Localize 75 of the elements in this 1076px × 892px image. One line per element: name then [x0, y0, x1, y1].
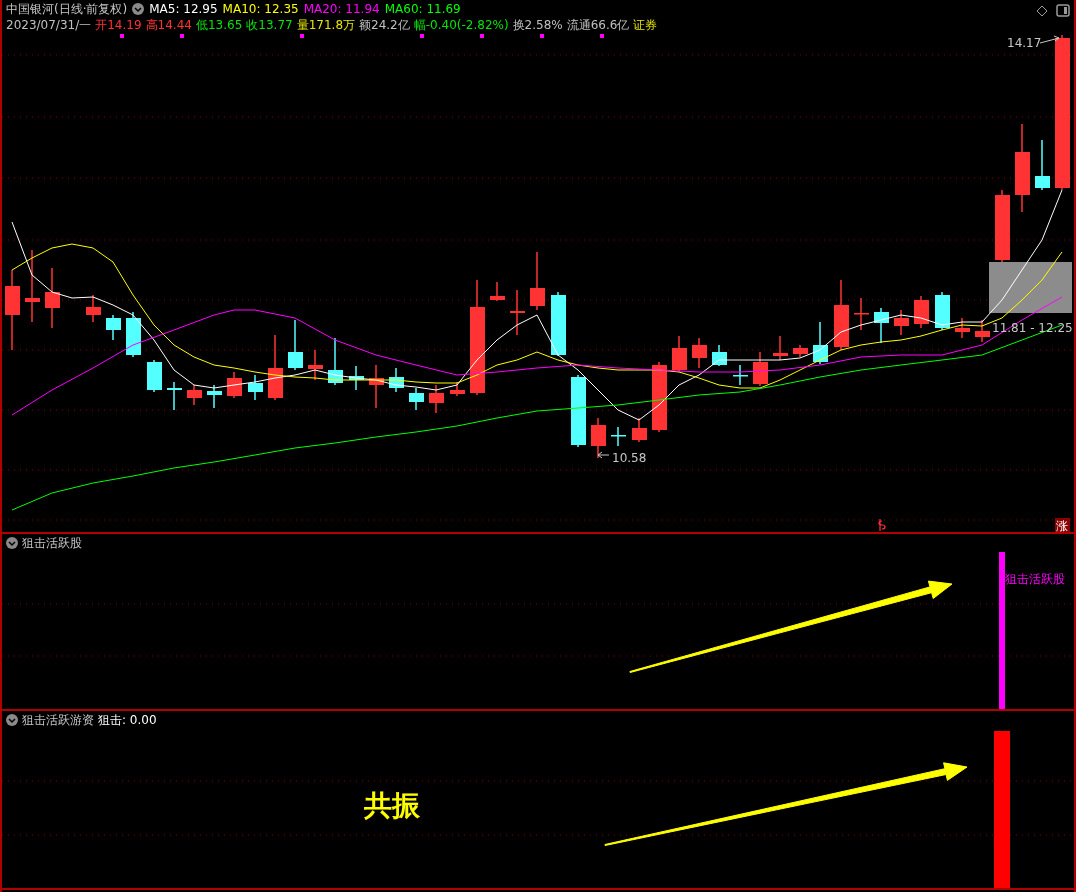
candlestick — [551, 291, 566, 357]
panel-toggle-icon[interactable] — [1056, 4, 1070, 17]
candlestick — [874, 307, 889, 344]
candlestick — [288, 319, 303, 371]
collapse-icon[interactable] — [6, 537, 18, 549]
quote-value: 开14.19 — [95, 17, 142, 33]
quote-value: 2023/07/31/一 — [6, 17, 92, 33]
candlestick — [207, 384, 222, 409]
candlestick — [45, 267, 60, 329]
candlestick — [652, 361, 667, 433]
rise-badge: 涨 — [1055, 518, 1070, 532]
candlestick — [308, 349, 323, 381]
candlestick — [187, 384, 202, 406]
candlestick — [490, 281, 505, 302]
ma-value: MA5: 12.95 — [149, 1, 218, 17]
candlestick — [1035, 139, 1050, 191]
candlestick — [753, 351, 768, 387]
candlestick — [733, 364, 748, 386]
quote-value: 额24.2亿 — [359, 17, 410, 33]
candlestick — [894, 309, 909, 336]
candlestick — [813, 321, 828, 365]
candlestick — [369, 364, 384, 409]
candlestick — [409, 387, 424, 411]
candlestick — [268, 334, 283, 401]
candlestick — [106, 314, 121, 341]
candlestick — [349, 365, 364, 391]
candlestick — [328, 337, 343, 386]
quote-value: 收13.77 — [246, 17, 293, 33]
candlestick — [86, 294, 101, 323]
ma-value: MA10: 12.35 — [222, 1, 299, 17]
candlestick — [854, 297, 869, 331]
resonance-text: 共振 — [364, 789, 420, 822]
candlestick — [834, 279, 849, 351]
candlestick — [611, 426, 626, 447]
quote-value: 证券 — [633, 17, 658, 33]
quote-value: 换2.58% — [512, 17, 563, 33]
high-price-label: 14.17 — [1007, 36, 1042, 50]
pointer-arrow — [597, 451, 610, 459]
candlestick — [167, 381, 182, 411]
chart-title: 中国银河(日线·前复权) — [6, 1, 128, 17]
indicator-title: 狙击活跃游资 — [22, 712, 94, 729]
collapse-icon[interactable] — [6, 714, 18, 726]
candlestick — [429, 384, 444, 414]
candlestick — [793, 344, 808, 358]
quote-value: 低13.65 — [195, 17, 243, 33]
quote-value: 幅-0.40(-2.82%) — [413, 17, 509, 33]
candlestick — [510, 289, 525, 336]
candlestick — [712, 344, 727, 367]
candlestick — [530, 251, 545, 311]
candlestick — [248, 374, 263, 401]
signal-label: 狙击活跃股 — [1005, 572, 1065, 586]
candlestick — [692, 337, 707, 369]
quote-value: 量171.8万 — [296, 17, 355, 33]
candlestick — [773, 335, 788, 361]
candlestick — [975, 319, 990, 343]
candlestick — [389, 367, 404, 393]
candlestick — [227, 371, 242, 399]
quote-value: 流通66.6亿 — [566, 17, 630, 33]
candlestick — [672, 335, 687, 373]
ma-value: MA60: 11.69 — [384, 1, 461, 17]
ma-value: MA20: 11.94 — [303, 1, 380, 17]
pointer-arrow — [1039, 35, 1060, 44]
candlestick — [955, 317, 970, 339]
collapse-icon[interactable] — [132, 3, 145, 15]
candlestick — [147, 359, 162, 393]
candlestick — [591, 417, 606, 459]
indicator-value: 狙击: 0.00 — [98, 712, 157, 729]
candlestick — [126, 311, 141, 358]
candlestick — [632, 417, 647, 443]
candlestick — [914, 295, 929, 329]
quote-value: 高14.44 — [145, 17, 192, 33]
candlestick — [935, 291, 950, 331]
indicator-title: 狙击活跃股 — [22, 535, 82, 552]
diamond-icon[interactable] — [1036, 5, 1048, 17]
low-price-label: 10.58 — [612, 451, 647, 465]
